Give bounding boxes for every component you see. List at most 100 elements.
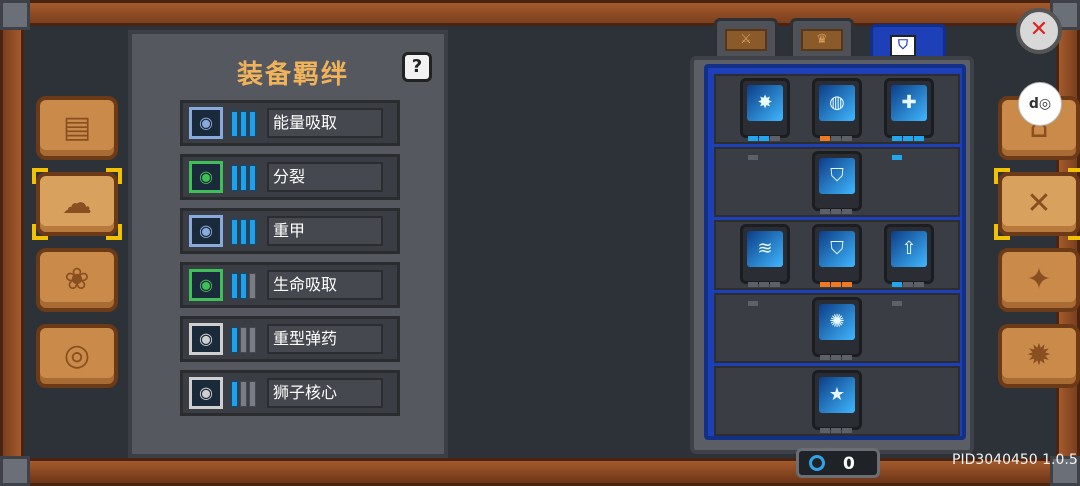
level-bar [240,219,247,245]
level-pip [842,428,852,433]
gear-icon: ✹ [1026,338,1052,373]
side-tab-compass[interactable]: ✦ [998,248,1080,312]
equipment-bond-panel: 装备羁绊 ? ◉ 能量吸取 ◉ 分裂 ◉ 重甲 ◉ 生命吸取 ◉ 重型弹药 ◉ 狮子核心 [128,30,448,458]
level-pip [820,209,830,214]
bond-row[interactable]: ◉ 分裂 [180,154,400,200]
selection-corner [106,224,122,240]
panel-title: 装备羁绊 [236,60,349,90]
talent-level-pips [820,126,854,160]
shield-icon: ⛉ [819,158,855,194]
level-pip [759,136,769,141]
talent-level-pips [748,272,782,306]
side-tab-steering-wheel[interactable]: ◎ [36,324,118,388]
split-arrows-icon: ◉ [189,161,223,193]
talent-level-pips [748,126,782,160]
level-bar [231,111,238,137]
level-pip [748,136,758,141]
wood-frame-left [0,20,24,466]
talent-skill[interactable]: ★ [812,370,862,452]
energy-orb-icon: ◉ [189,107,223,139]
level-bar [240,273,247,299]
shield-bash-icon: ◍ [819,85,855,121]
level-pip [892,282,902,287]
bond-name: 生命吸取 [267,270,383,300]
level-bar [231,219,238,245]
version-label: PID3040450 1.0.5 [952,452,1078,468]
wood-frame-bottom [0,458,1080,486]
talent-level-pips [820,418,854,452]
bond-row[interactable]: ◉ 生命吸取 [180,262,400,308]
side-tab-book[interactable]: ▤ [36,96,118,160]
shield-tab-icon: ⛉ [890,35,916,57]
help-button[interactable]: ? [402,52,432,82]
level-bar [249,327,256,353]
currency-counter: 0 [796,448,880,478]
bond-name: 分裂 [267,162,383,192]
bond-level-bars [231,219,261,245]
selection-corner [32,224,48,240]
level-bar [249,165,256,191]
level-pip [759,282,769,287]
slash-wave-icon: ≋ [747,231,783,267]
level-pip [820,355,830,360]
frame-corner-bl [0,456,30,486]
level-pip [831,209,841,214]
selection-corner [1068,224,1080,240]
talent-skill[interactable]: ⛉ [812,224,862,306]
bond-level-bars [231,165,261,191]
currency-value: 0 [843,454,855,474]
level-pip [903,282,913,287]
talent-skill[interactable]: ⛉ [812,151,862,233]
level-pip [748,282,758,287]
talent-skill[interactable]: ⇧ [884,224,934,306]
selection-corner [32,168,48,184]
level-bar [240,111,247,137]
side-tab-gear[interactable]: ✹ [998,324,1080,388]
level-bar [231,327,238,353]
talent-skill[interactable]: ◍ [812,78,862,160]
level-bar [249,273,256,299]
level-bar [240,165,247,191]
side-tab-crossed-swords[interactable]: ✕ [994,168,1080,240]
bond-name: 重型弹药 [267,324,383,354]
selection-corner [994,224,1010,240]
level-pip [842,282,852,287]
talent-skill[interactable]: ✸ [740,78,790,160]
level-pip [842,355,852,360]
level-pip [831,136,841,141]
level-pip [842,136,852,141]
talent-tab-crown-tab[interactable]: ♛ [790,18,854,60]
bond-level-bars [231,111,261,137]
talent-skill[interactable]: ≋ [740,224,790,306]
side-tab-cloud-box[interactable]: ☁ [32,168,122,240]
talent-level-pips [820,345,854,379]
level-bar [240,381,247,407]
bond-row[interactable]: ◉ 能量吸取 [180,100,400,146]
blue-swirl-icon [809,455,825,471]
level-pip [903,136,913,141]
talent-level-pips [820,272,854,306]
armor-icon: ◉ [189,215,223,247]
level-bar [249,381,256,407]
close-x-icon[interactable]: ✕ [1016,8,1062,54]
bond-row[interactable]: ◉ 狮子核心 [180,370,400,416]
bond-row[interactable]: ◉ 重甲 [180,208,400,254]
shield-up-icon: ⇧ [891,231,927,267]
talent-level-pips [892,272,926,306]
side-tab-pawprint[interactable]: ❀ [36,248,118,312]
talent-tab-sword-tab[interactable]: ⚔ [714,18,778,60]
level-pip [770,282,780,287]
shield-aura-icon: ⛉ [819,231,855,267]
ground-burst-icon: ✺ [819,304,855,340]
life-drain-icon: ◉ [189,269,223,301]
level-bar [240,327,247,353]
talent-skill[interactable]: ✚ [884,78,934,160]
level-pip [831,428,841,433]
bond-row[interactable]: ◉ 重型弹药 [180,316,400,362]
talent-level-pips [892,126,926,160]
bond-name: 狮子核心 [267,378,383,408]
talent-skill[interactable]: ✺ [812,297,862,379]
star-burst-icon: ✸ [747,85,783,121]
level-pip [914,282,924,287]
overlay-app-button[interactable]: d◎ [1018,82,1062,126]
